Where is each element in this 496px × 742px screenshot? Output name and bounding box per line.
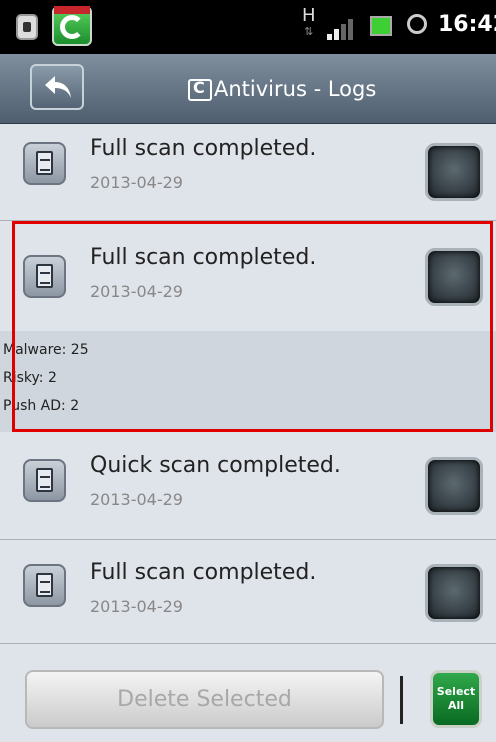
- log-item-expanded[interactable]: Full scan completed. 2013-04-29 Malware:…: [0, 221, 496, 432]
- log-title: Full scan completed.: [90, 245, 317, 270]
- android-debug-icon: [16, 14, 38, 40]
- detail-risky: Risky: 2: [3, 370, 57, 386]
- log-checkbox[interactable]: [425, 564, 483, 622]
- back-button[interactable]: [30, 64, 84, 110]
- log-item[interactable]: Full scan completed. 2013-04-29: [0, 123, 496, 221]
- log-item[interactable]: Quick scan completed. 2013-04-29: [0, 432, 496, 540]
- log-details: Malware: 25 Risky: 2 Push AD: 2: [0, 331, 496, 432]
- log-date: 2013-04-29: [90, 173, 183, 192]
- log-date: 2013-04-29: [90, 597, 183, 616]
- detail-push-ad: Push AD: 2: [3, 398, 80, 414]
- log-title: Full scan completed.: [90, 560, 317, 585]
- comodo-logo-icon: [188, 78, 212, 101]
- status-time: 16:42: [438, 12, 496, 37]
- battery-icon: [370, 16, 392, 36]
- document-icon: [23, 564, 66, 607]
- document-icon: [23, 459, 66, 502]
- log-date: 2013-04-29: [90, 282, 183, 301]
- select-all-label-line2: All: [447, 699, 465, 712]
- page-title: Antivirus - Logs: [214, 77, 377, 101]
- app-header: Antivirus - Logs: [0, 54, 496, 124]
- document-icon: [23, 142, 66, 185]
- log-title: Quick scan completed.: [90, 453, 341, 478]
- document-icon: [23, 255, 66, 298]
- bottom-action-bar: Delete Selected Select All: [0, 644, 496, 742]
- divider: [400, 676, 403, 724]
- delete-selected-button[interactable]: Delete Selected: [25, 670, 384, 729]
- status-bar: H⇅ 16:42: [0, 0, 496, 54]
- back-arrow-icon: [45, 76, 71, 98]
- log-checkbox[interactable]: [425, 457, 483, 515]
- select-all-button[interactable]: Select All: [430, 670, 482, 728]
- detail-malware: Malware: 25: [3, 342, 89, 358]
- network-h-icon: H ⇅: [302, 5, 316, 38]
- log-checkbox[interactable]: [425, 248, 483, 306]
- comodo-app-icon: [52, 6, 92, 46]
- select-all-label-line1: Select: [436, 685, 476, 698]
- log-title: Full scan completed.: [90, 136, 317, 161]
- alarm-clock-icon: [407, 14, 427, 34]
- signal-icon: [327, 18, 357, 40]
- log-date: 2013-04-29: [90, 490, 183, 509]
- log-item[interactable]: Full scan completed. 2013-04-29: [0, 540, 496, 644]
- log-checkbox[interactable]: [425, 143, 483, 201]
